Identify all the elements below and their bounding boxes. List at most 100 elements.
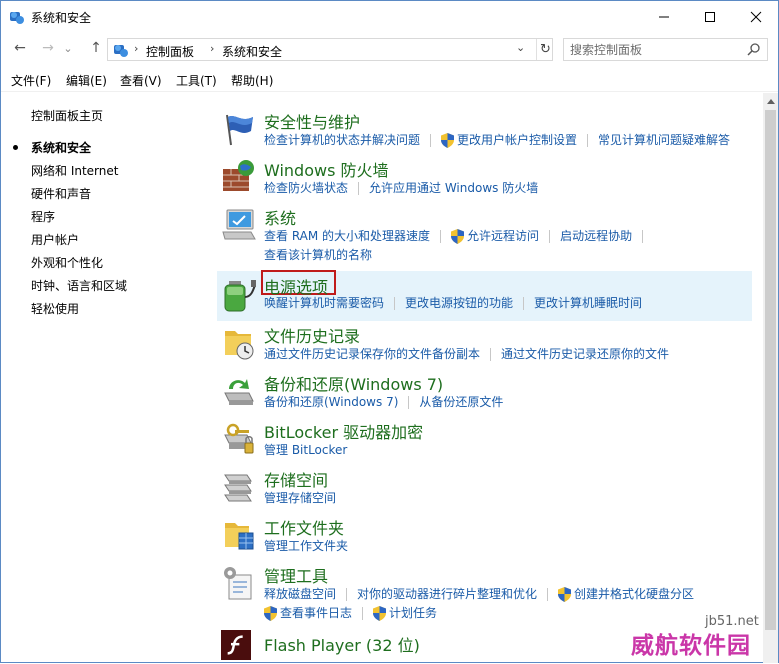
category-links: 管理工作文件夹 [264, 538, 348, 556]
link-scheduled-tasks[interactable]: 计划任务 [389, 605, 437, 623]
active-bullet-icon [13, 145, 18, 150]
link-separator [587, 134, 589, 147]
category-title[interactable]: Flash Player (32 位) [264, 632, 420, 656]
link-save-backup[interactable]: 通过文件历史记录保存你的文件备份副本 [264, 346, 480, 364]
breadcrumb-control-panel[interactable]: 控制面板 [146, 43, 194, 60]
link-firewall-status[interactable]: 检查防火墙状态 [264, 180, 348, 198]
address-dropdown-icon[interactable]: ⌄ [516, 41, 525, 54]
link-uac-settings[interactable]: 更改用户帐户控制设置 [457, 132, 577, 150]
uac-shield-icon [558, 587, 572, 602]
flash-icon [221, 630, 251, 660]
link-computer-name[interactable]: 查看该计算机的名称 [264, 247, 372, 265]
link-disk-cleanup[interactable]: 释放磁盘空间 [264, 586, 336, 604]
link-troubleshoot[interactable]: 常见计算机问题疑难解答 [598, 132, 730, 150]
category-title[interactable]: BitLocker 驱动器加密 [264, 419, 423, 443]
link-sleep-time[interactable]: 更改计算机睡眠时间 [534, 295, 642, 313]
link-remote-access[interactable]: 允许远程访问 [467, 228, 539, 246]
link-check-status[interactable]: 检查计算机的状态并解决问题 [264, 132, 420, 150]
category-backup-restore: 备份和还原(Windows 7) 备份和还原(Windows 7) 从备份还原文件 [217, 369, 752, 413]
work-folder-icon [225, 523, 254, 550]
bitlocker-icon [224, 423, 254, 454]
sidebar-item-system-security[interactable]: 系统和安全 [31, 139, 91, 156]
breadcrumb-system-security[interactable]: 系统和安全 [222, 43, 282, 60]
content-pane: 安全性与维护 检查计算机的状态并解决问题 更改用户帐户控制设置 常见计算机问题疑难解… [213, 93, 763, 663]
scroll-up-button[interactable] [763, 93, 778, 108]
menu-tools[interactable]: 工具(T) [176, 72, 217, 89]
link-defragment[interactable]: 对你的驱动器进行碎片整理和优化 [357, 586, 537, 604]
vertical-scrollbar[interactable] [763, 93, 778, 663]
close-button[interactable] [733, 1, 779, 32]
link-manage-bitlocker[interactable]: 管理 BitLocker [264, 442, 347, 460]
sidebar-item-programs[interactable]: 程序 [31, 208, 55, 225]
link-wake-password[interactable]: 唤醒计算机时需要密码 [264, 295, 384, 313]
link-separator [394, 297, 396, 310]
breadcrumb-separator-icon: › [134, 42, 139, 55]
category-firewall: Windows 防火墙 检查防火墙状态 允许应用通过 Windows 防火墙 [217, 155, 752, 199]
breadcrumb-separator-icon: › [210, 42, 215, 55]
control-panel-icon [114, 45, 128, 57]
category-links: 备份和还原(Windows 7) 从备份还原文件 [264, 394, 503, 412]
link-restore-files[interactable]: 通过文件历史记录还原你的文件 [501, 346, 669, 364]
category-links: 释放磁盘空间 对你的驱动器进行碎片整理和优化 创建并格式化硬盘分区 [264, 586, 694, 604]
menu-view[interactable]: 查看(V) [120, 72, 162, 89]
scrollbar-thumb[interactable] [765, 110, 776, 630]
category-title[interactable]: 文件历史记录 [264, 323, 360, 347]
sidebar-item-home[interactable]: 控制面板主页 [31, 107, 103, 124]
minimize-button[interactable] [641, 1, 687, 32]
category-title[interactable]: 工作文件夹 [264, 515, 344, 539]
sidebar-item-hardware-sound[interactable]: 硬件和声音 [31, 185, 91, 202]
category-title[interactable]: 管理工具 [264, 563, 328, 587]
title-bar: 系统和安全 [1, 1, 778, 32]
menu-edit[interactable]: 编辑(E) [66, 72, 107, 89]
search-input[interactable] [570, 41, 740, 58]
maximize-button[interactable] [687, 1, 733, 32]
link-event-log[interactable]: 查看事件日志 [280, 605, 352, 623]
address-bar[interactable]: › 控制面板 › 系统和安全 ⌄ ↻ [107, 38, 553, 61]
link-view-ram[interactable]: 查看 RAM 的大小和处理器速度 [264, 228, 430, 246]
link-allow-app[interactable]: 允许应用通过 Windows 防火墙 [369, 180, 538, 198]
category-title[interactable]: 安全性与维护 [264, 109, 360, 133]
search-icon[interactable] [746, 42, 762, 58]
refresh-button[interactable]: ↻ [536, 39, 554, 60]
category-storage-spaces: 存储空间 管理存储空间 [217, 465, 752, 509]
link-remote-assistance[interactable]: 启动远程协助 [560, 228, 632, 246]
category-title[interactable]: 备份和还原(Windows 7) [264, 371, 443, 395]
sidebar-item-appearance[interactable]: 外观和个性化 [31, 254, 103, 271]
link-power-button[interactable]: 更改电源按钮的功能 [405, 295, 513, 313]
uac-shield-icon [441, 133, 455, 148]
sidebar-item-user-accounts[interactable]: 用户帐户 [31, 231, 79, 248]
category-file-history: 文件历史记录 通过文件历史记录保存你的文件备份副本 通过文件历史记录还原你的文件 [217, 321, 752, 365]
category-title[interactable]: 存储空间 [264, 467, 328, 491]
back-button[interactable]: ← [9, 37, 31, 59]
category-title[interactable]: Windows 防火墙 [264, 157, 389, 181]
menu-file[interactable]: 文件(F) [11, 72, 51, 89]
storage-icon [224, 474, 252, 502]
folder-history-icon [225, 331, 254, 360]
minimize-icon [659, 16, 669, 17]
flag-icon [226, 114, 253, 146]
forward-button[interactable]: → [37, 37, 59, 59]
watermark-text: 威航软件园 [631, 633, 751, 659]
sidebar-item-network[interactable]: 网络和 Internet [31, 162, 118, 179]
link-restore-from-backup[interactable]: 从备份还原文件 [419, 394, 503, 412]
up-button[interactable]: ↑ [85, 37, 107, 59]
menu-help[interactable]: 帮助(H) [231, 72, 273, 89]
link-separator [358, 182, 360, 195]
link-separator [440, 230, 442, 243]
category-title[interactable]: 系统 [264, 205, 296, 229]
category-links: 查看 RAM 的大小和处理器速度 允许远程访问 启动远程协助 [264, 228, 653, 246]
category-links: 检查计算机的状态并解决问题 更改用户帐户控制设置 常见计算机问题疑难解答 [264, 132, 730, 150]
link-backup-restore[interactable]: 备份和还原(Windows 7) [264, 394, 398, 412]
sidebar-item-clock-region[interactable]: 时钟、语言和区域 [31, 277, 127, 294]
link-manage-work-folders[interactable]: 管理工作文件夹 [264, 538, 348, 556]
computer-icon [222, 209, 256, 240]
control-panel-icon [10, 12, 24, 24]
link-create-partition[interactable]: 创建并格式化硬盘分区 [574, 586, 694, 604]
category-power-options[interactable]: 电源选项 唤醒计算机时需要密码 更改电源按钮的功能 更改计算机睡眠时间 [217, 270, 752, 321]
recent-locations-button[interactable]: ⌄ [61, 37, 75, 59]
category-links: 管理 BitLocker [264, 442, 347, 460]
link-separator [549, 230, 551, 243]
sidebar-item-ease-of-access[interactable]: 轻松使用 [31, 300, 79, 317]
window-title: 系统和安全 [31, 11, 92, 25]
link-manage-storage[interactable]: 管理存储空间 [264, 490, 336, 508]
